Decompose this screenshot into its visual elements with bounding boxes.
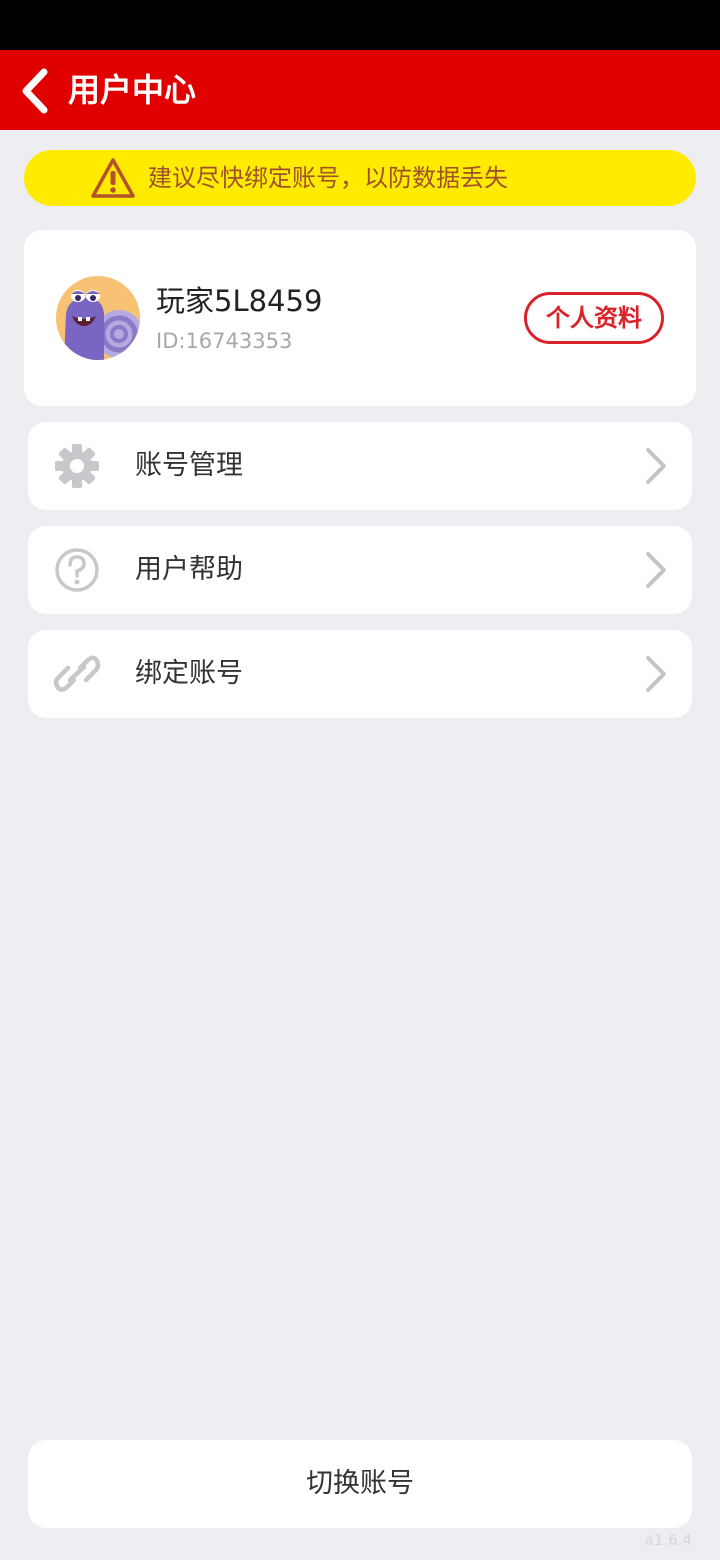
warning-text: 建议尽快绑定账号，以防数据丢失: [148, 164, 508, 192]
app-header: 用户中心: [0, 50, 720, 130]
avatar[interactable]: [56, 276, 140, 360]
switch-account-button[interactable]: 切换账号: [28, 1440, 692, 1528]
menu-label-user-help: 用户帮助: [135, 554, 243, 585]
snail-avatar-image: [56, 276, 140, 360]
chevron-right-icon: [646, 656, 666, 692]
profile-button[interactable]: 个人资料: [524, 292, 664, 344]
profile-card: 玩家5L8459 ID:16743353 个人资料: [24, 230, 696, 406]
menu-item-account-management[interactable]: 账号管理: [28, 422, 692, 510]
gear-icon: [55, 444, 99, 488]
chevron-left-icon: [22, 68, 48, 114]
page-title: 用户中心: [68, 71, 197, 109]
menu-label-bind-account: 绑定账号: [135, 658, 243, 689]
bind-warning-banner: 建议尽快绑定账号，以防数据丢失: [24, 150, 696, 206]
status-bar: [0, 0, 720, 50]
app-version: a1.6.4: [644, 1531, 692, 1549]
link-icon: [53, 655, 101, 692]
chevron-right-icon: [646, 552, 666, 588]
menu-item-user-help[interactable]: 用户帮助: [28, 526, 692, 614]
nickname: 玩家5L8459: [156, 284, 323, 318]
menu-label-account-management: 账号管理: [135, 450, 243, 481]
menu-item-bind-account[interactable]: 绑定账号: [28, 630, 692, 718]
help-circle-icon: [55, 548, 99, 592]
chevron-right-icon: [646, 448, 666, 484]
back-button[interactable]: [14, 64, 64, 116]
user-id: ID:16743353: [156, 329, 293, 353]
warning-icon: [91, 158, 135, 198]
